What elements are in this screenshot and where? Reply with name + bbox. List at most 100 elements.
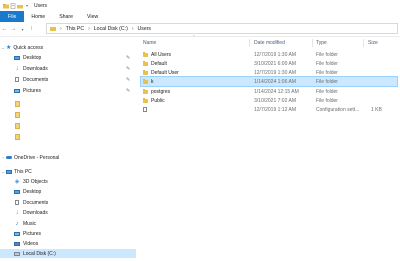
cloud-icon — [6, 156, 12, 159]
shortcut-folder-icon — [143, 69, 148, 75]
sidebar-item-onedrive[interactable]: › OneDrive - Personal — [0, 153, 136, 162]
file-type: File folder — [316, 78, 338, 85]
file-date: 3/10/2021 7:02 AM — [254, 97, 296, 104]
tab-view[interactable]: View — [80, 11, 105, 22]
sidebar-item-pc-downloads[interactable]: ↓ Downloads — [0, 208, 136, 217]
breadcrumb-separator: › — [88, 25, 90, 32]
address-bar[interactable]: › This PC › Local Disk (C:) › Users — [46, 23, 398, 34]
table-row[interactable]: Default 3/10/2021 6:00 AM File folder — [141, 59, 397, 68]
sidebar-item-label: Videos — [23, 240, 39, 247]
sidebar-item-local-disk[interactable]: Local Disk (C:) — [0, 249, 136, 258]
sidebar-item-pictures[interactable]: Pictures ✎ — [0, 86, 136, 95]
sidebar-item-videos[interactable]: Videos — [0, 239, 136, 248]
column-divider[interactable] — [249, 39, 250, 47]
folder-icon — [15, 133, 20, 140]
sidebar-item-label: Pictures — [23, 230, 42, 237]
navigation-pane: ⌄ ★ Quick access Desktop ✎ ↓ Downloads ✎… — [0, 38, 136, 261]
file-type: Configuration sett... — [316, 106, 360, 113]
breadcrumb-this-pc[interactable]: This PC — [66, 26, 84, 32]
star-icon: ★ — [6, 44, 12, 51]
folder-icon — [143, 60, 148, 66]
sidebar-item-pc-pictures[interactable]: Pictures — [0, 229, 136, 238]
sidebar-item-folder[interactable] — [0, 132, 136, 141]
sidebar-item-label: Downloads — [23, 209, 48, 216]
table-row-selected[interactable]: k 1/14/2024 1:06 AM File folder — [140, 76, 398, 87]
sidebar-item-desktop[interactable]: Desktop ✎ — [0, 53, 136, 62]
column-divider[interactable] — [363, 39, 364, 47]
forward-button[interactable]: → — [9, 26, 18, 32]
column-header-type[interactable]: Type — [316, 38, 327, 47]
table-row[interactable]: All Users 12/7/2019 1:30 AM File folder — [141, 50, 397, 59]
sidebar-item-label: Downloads — [23, 65, 48, 72]
folder-icon — [15, 111, 20, 118]
up-button[interactable]: ↑ — [27, 26, 36, 32]
file-date: 1/14/2024 12:15 AM — [254, 88, 299, 95]
chevron-down-icon[interactable]: ▾ — [24, 3, 30, 8]
back-button[interactable]: ← — [0, 26, 9, 32]
sidebar-item-this-pc[interactable]: ⌄ This PC — [0, 167, 136, 176]
file-list: ⌃ Name Date modified Type Size All Users… — [137, 34, 400, 261]
sidebar-item-pc-documents[interactable]: Documents — [0, 198, 136, 207]
tab-share[interactable]: Share — [52, 11, 80, 22]
breadcrumb-users[interactable]: Users — [137, 26, 151, 32]
pictures-icon — [14, 231, 20, 236]
file-type: File folder — [316, 69, 338, 76]
desktop-icon — [14, 55, 20, 60]
sidebar-item-label: Quick access — [13, 44, 44, 51]
file-type: File folder — [316, 51, 338, 58]
folder-icon — [143, 97, 148, 103]
sidebar-item-folder[interactable] — [0, 99, 136, 108]
file-name: postgres — [151, 88, 171, 95]
video-icon — [14, 241, 20, 246]
new-folder-icon[interactable] — [17, 3, 23, 9]
cube-icon: ◈ — [14, 179, 20, 185]
column-header-size[interactable]: Size — [368, 38, 378, 47]
table-row[interactable]: Public 3/10/2021 7:02 AM File folder — [141, 96, 397, 105]
sidebar-item-folder[interactable] — [0, 110, 136, 119]
file-type: File folder — [316, 60, 338, 67]
folder-icon — [143, 78, 148, 84]
sidebar-item-quick-access[interactable]: ⌄ ★ Quick access — [0, 43, 136, 52]
file-date: 12/7/2019 1:12 AM — [254, 106, 296, 113]
sidebar-item-label: OneDrive - Personal — [14, 154, 60, 161]
desktop-icon — [14, 189, 20, 194]
title-bar: ▾ Users — [0, 0, 400, 11]
table-row[interactable]: Default User 12/7/2019 1:30 AM File fold… — [141, 68, 397, 77]
file-size: 1 KB — [371, 106, 382, 113]
sidebar-item-label: Desktop — [23, 54, 42, 61]
column-header-name[interactable]: Name — [143, 38, 156, 47]
file-date: 12/7/2019 1:30 AM — [254, 51, 296, 58]
sidebar-item-label: Desktop — [23, 188, 42, 195]
sidebar-item-folder[interactable] — [0, 121, 136, 130]
file-type: File folder — [316, 88, 338, 95]
tab-home[interactable]: Home — [24, 11, 52, 22]
column-header-date[interactable]: Date modified — [254, 38, 285, 47]
table-row[interactable]: 12/7/2019 1:12 AM Configuration sett... … — [141, 105, 397, 114]
file-name: Default — [151, 60, 167, 67]
folder-icon — [143, 88, 148, 94]
table-row[interactable]: postgres 1/14/2024 12:15 AM File folder — [141, 87, 397, 96]
pin-icon: ✎ — [126, 54, 131, 61]
column-divider[interactable] — [312, 39, 313, 47]
folder-icon — [15, 122, 20, 129]
sidebar-item-label: Documents — [23, 76, 49, 83]
folder-icon — [50, 27, 56, 31]
tab-file[interactable]: File — [0, 11, 25, 22]
breadcrumb-separator: › — [131, 25, 134, 32]
sidebar-item-3d-objects[interactable]: ◈ 3D Objects — [0, 177, 136, 186]
sidebar-item-pc-desktop[interactable]: Desktop — [0, 187, 136, 196]
sidebar-item-downloads[interactable]: ↓ Downloads ✎ — [0, 64, 136, 73]
folder-icon — [15, 100, 20, 107]
sidebar-item-label: 3D Objects — [23, 178, 48, 185]
file-type: File folder — [316, 97, 338, 104]
file-name: Public — [151, 97, 165, 104]
properties-icon[interactable] — [10, 2, 16, 9]
recent-locations-button[interactable]: ▾ — [18, 27, 27, 32]
music-icon: ♪ — [15, 220, 19, 227]
window-title: Users — [34, 2, 48, 9]
pictures-icon — [14, 88, 20, 93]
pin-icon: ✎ — [126, 65, 131, 72]
sidebar-item-music[interactable]: ♪ Music — [0, 219, 136, 228]
breadcrumb-local-disk[interactable]: Local Disk (C:) — [94, 26, 128, 32]
sidebar-item-documents[interactable]: Documents ✎ — [0, 75, 136, 84]
